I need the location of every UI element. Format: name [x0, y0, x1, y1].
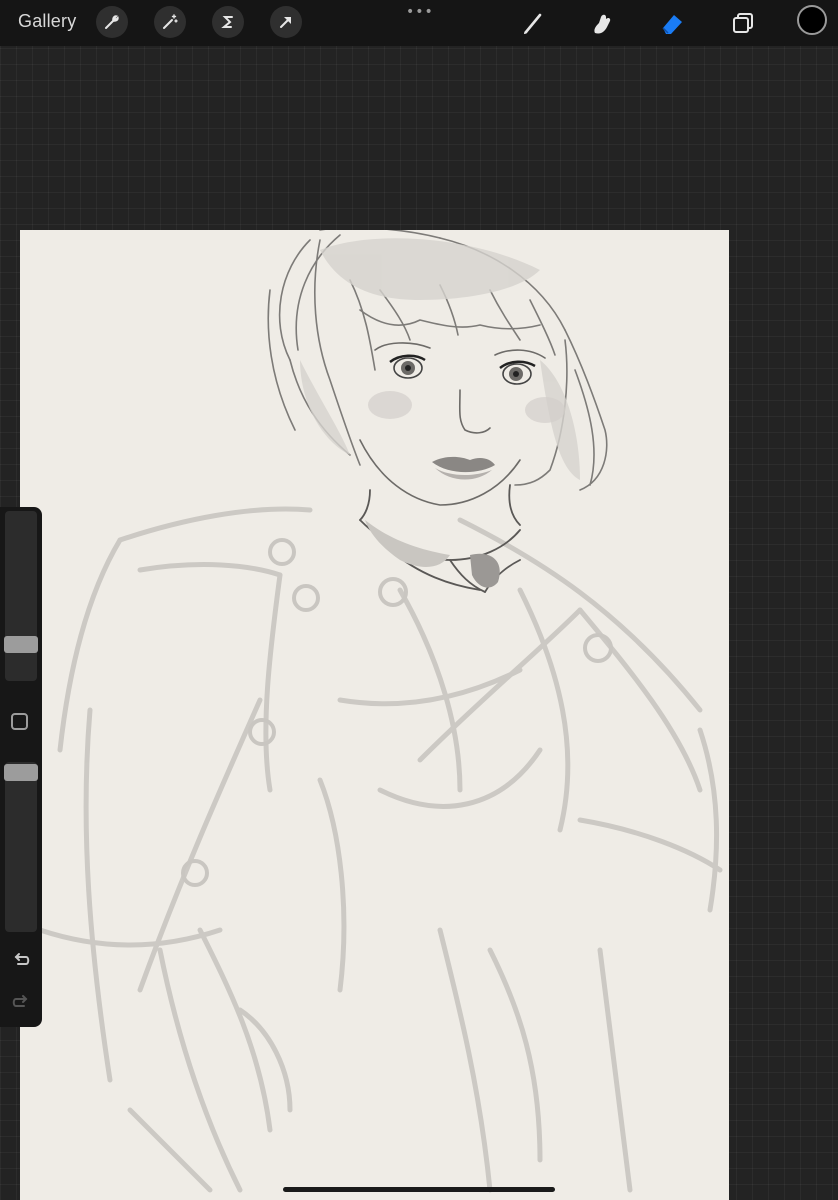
eraser-icon[interactable]: [656, 6, 690, 40]
square-icon[interactable]: [11, 713, 28, 730]
color-picker-swatch[interactable]: [797, 5, 827, 35]
drawing-canvas[interactable]: [20, 230, 729, 1200]
gallery-button[interactable]: Gallery: [18, 11, 76, 32]
pencil-sketch-icon: [37, 230, 723, 1193]
opacity-thumb[interactable]: [4, 764, 38, 781]
layers-icon[interactable]: [726, 6, 760, 40]
magic-wand-icon[interactable]: [154, 6, 186, 38]
arrow-cursor-icon[interactable]: [270, 6, 302, 38]
brush-icon[interactable]: [516, 6, 550, 40]
left-sidebar: [0, 507, 42, 1027]
home-indicator: [283, 1187, 555, 1192]
brush-size-thumb[interactable]: [4, 636, 38, 653]
wrench-icon[interactable]: [96, 6, 128, 38]
smudge-icon[interactable]: [586, 6, 620, 40]
undo-icon[interactable]: [10, 949, 32, 971]
brush-size-slider[interactable]: [4, 511, 38, 681]
selection-s-icon[interactable]: [212, 6, 244, 38]
top-toolbar: Gallery •••: [0, 0, 838, 46]
opacity-slider[interactable]: [4, 762, 38, 932]
more-options-dots[interactable]: •••: [406, 4, 434, 20]
redo-icon[interactable]: [10, 991, 32, 1013]
